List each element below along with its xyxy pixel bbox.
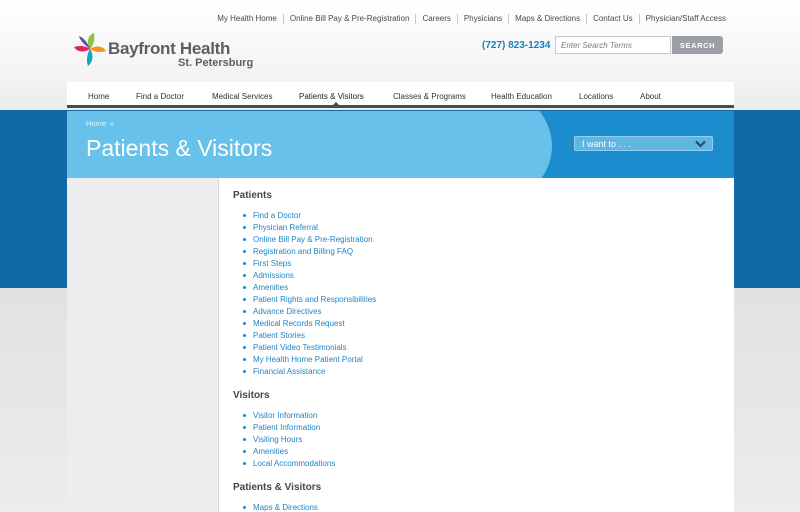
main-nav: Home Find a Doctor Medical Services Pati… bbox=[67, 82, 734, 108]
search-button[interactable]: SEARCH bbox=[672, 36, 723, 54]
logo-subname: St. Petersburg bbox=[178, 57, 254, 69]
utility-link-physicians[interactable]: Physicians bbox=[456, 14, 508, 24]
link-patient-portal[interactable]: My Health Home Patient Portal bbox=[253, 355, 363, 364]
logo-pinwheel-icon bbox=[74, 33, 106, 66]
nav-classes-programs[interactable]: Classes & Programs bbox=[393, 92, 466, 101]
active-nav-indicator bbox=[331, 102, 341, 107]
list-item: Find a Doctor bbox=[243, 210, 713, 222]
list-item: Patient Video Testimonials bbox=[243, 342, 713, 354]
link-patient-information[interactable]: Patient Information bbox=[253, 423, 320, 432]
nav-patients-visitors[interactable]: Patients & Visitors bbox=[299, 92, 364, 101]
utility-link-staff-access[interactable]: Physician/Staff Access bbox=[638, 14, 732, 24]
utility-link-maps-directions[interactable]: Maps & Directions bbox=[508, 14, 586, 24]
list-item: Financial Assistance bbox=[243, 366, 713, 378]
link-visiting-hours[interactable]: Visiting Hours bbox=[253, 435, 302, 444]
chevron-down-icon bbox=[695, 140, 706, 148]
breadcrumb-separator: » bbox=[110, 119, 115, 128]
utility-nav: My Health Home Online Bill Pay & Pre-Reg… bbox=[211, 14, 732, 24]
link-find-a-doctor[interactable]: Find a Doctor bbox=[253, 211, 301, 220]
section-title-patients-visitors: Patients & Visitors bbox=[233, 482, 322, 493]
list-item: Local Accommodations bbox=[243, 458, 713, 470]
logo-name: Bayfront Health bbox=[108, 39, 231, 58]
link-patient-video-testimonials[interactable]: Patient Video Testimonials bbox=[253, 343, 347, 352]
sidebar bbox=[67, 178, 219, 512]
link-first-steps[interactable]: First Steps bbox=[253, 259, 291, 268]
page-banner: Home » Patients & Visitors I want to . .… bbox=[67, 111, 734, 178]
list-item: Amenities bbox=[243, 282, 713, 294]
list-item: My Health Home Patient Portal bbox=[243, 354, 713, 366]
utility-link-my-health-home[interactable]: My Health Home bbox=[211, 14, 283, 24]
link-admissions[interactable]: Admissions bbox=[253, 271, 294, 280]
page-title: Patients & Visitors bbox=[86, 135, 273, 161]
link-patient-stories[interactable]: Patient Stories bbox=[253, 331, 305, 340]
list-item: Online Bill Pay & Pre-Registration bbox=[243, 234, 713, 246]
link-registration-billing-faq[interactable]: Registration and Billing FAQ bbox=[253, 247, 353, 256]
section-title-patients: Patients bbox=[233, 190, 272, 201]
breadcrumb-home[interactable]: Home bbox=[86, 119, 106, 128]
nav-about[interactable]: About bbox=[640, 92, 661, 101]
list-item: Medical Records Request bbox=[243, 318, 713, 330]
link-visitor-amenities[interactable]: Amenities bbox=[253, 447, 288, 456]
nav-medical-services[interactable]: Medical Services bbox=[212, 92, 272, 101]
phone-number[interactable]: (727) 823-1234 bbox=[482, 40, 550, 51]
list-item: First Steps bbox=[243, 258, 713, 270]
list-item: Advance Directives bbox=[243, 306, 713, 318]
list-item: Patient Information bbox=[243, 422, 713, 434]
link-local-accommodations[interactable]: Local Accommodations bbox=[253, 459, 335, 468]
link-online-bill-pay[interactable]: Online Bill Pay & Pre-Registration bbox=[253, 235, 373, 244]
utility-link-careers[interactable]: Careers bbox=[415, 14, 456, 24]
utility-link-bill-pay[interactable]: Online Bill Pay & Pre-Registration bbox=[282, 14, 416, 24]
list-item: Visiting Hours bbox=[243, 434, 713, 446]
search-input[interactable] bbox=[555, 36, 671, 54]
nav-home[interactable]: Home bbox=[88, 92, 109, 101]
link-financial-assistance[interactable]: Financial Assistance bbox=[253, 367, 325, 376]
link-advance-directives[interactable]: Advance Directives bbox=[253, 307, 321, 316]
nav-find-a-doctor[interactable]: Find a Doctor bbox=[136, 92, 184, 101]
breadcrumb: Home » bbox=[86, 119, 114, 128]
visitors-links: Visitor Information Patient Information … bbox=[243, 410, 713, 470]
list-item: Patient Stories bbox=[243, 330, 713, 342]
link-physician-referral[interactable]: Physician Referral bbox=[253, 223, 318, 232]
list-item: Admissions bbox=[243, 270, 713, 282]
list-item: Amenities bbox=[243, 446, 713, 458]
link-maps-directions[interactable]: Maps & Directions bbox=[253, 503, 318, 512]
patients-visitors-links: Maps & Directions bbox=[243, 502, 713, 512]
nav-health-education[interactable]: Health Education bbox=[491, 92, 552, 101]
list-item: Maps & Directions bbox=[243, 502, 713, 512]
utility-link-contact-us[interactable]: Contact Us bbox=[586, 14, 639, 24]
link-medical-records-request[interactable]: Medical Records Request bbox=[253, 319, 345, 328]
i-want-to-label: I want to . . . bbox=[582, 139, 632, 149]
patients-links: Find a Doctor Physician Referral Online … bbox=[243, 210, 713, 378]
list-item: Patient Rights and Responsibilities bbox=[243, 294, 713, 306]
list-item: Registration and Billing FAQ bbox=[243, 246, 713, 258]
i-want-to-dropdown[interactable]: I want to . . . bbox=[574, 136, 713, 151]
list-item: Physician Referral bbox=[243, 222, 713, 234]
link-patient-rights[interactable]: Patient Rights and Responsibilities bbox=[253, 295, 376, 304]
section-title-visitors: Visitors bbox=[233, 390, 270, 401]
content-area: Patients Find a Doctor Physician Referra… bbox=[67, 178, 734, 512]
list-item: Visitor Information bbox=[243, 410, 713, 422]
main-content: Patients Find a Doctor Physician Referra… bbox=[233, 190, 713, 512]
link-visitor-information[interactable]: Visitor Information bbox=[253, 411, 317, 420]
link-amenities[interactable]: Amenities bbox=[253, 283, 288, 292]
nav-locations[interactable]: Locations bbox=[579, 92, 613, 101]
site-logo[interactable]: Bayfront Health St. Petersburg bbox=[72, 32, 262, 74]
